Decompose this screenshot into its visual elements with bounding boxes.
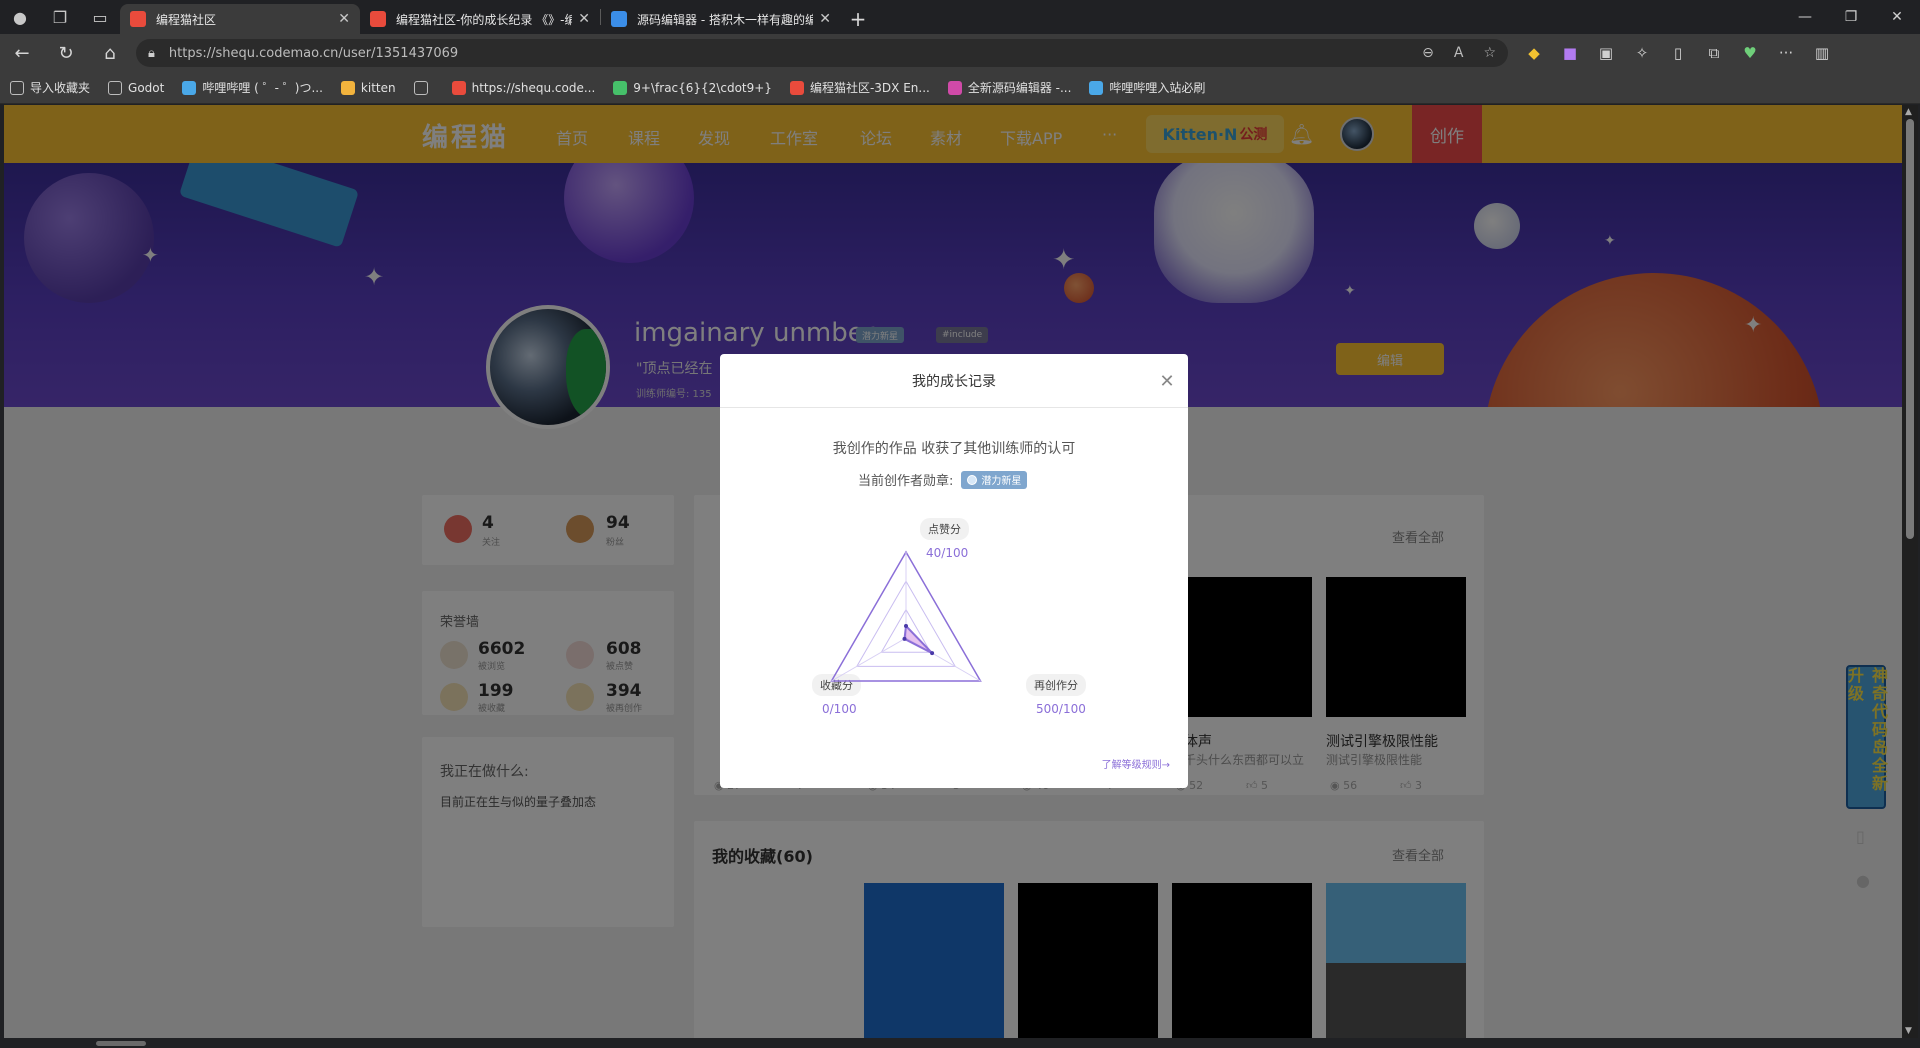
bookmark-item[interactable]: 导入收藏夹 (10, 79, 90, 96)
browser-tab-2[interactable]: 编程猫社区-你的成长纪录 《》-编 ✕ (360, 4, 600, 34)
modal-intro: 我创作的作品 收获了其他训练师的认可 (832, 441, 1076, 457)
axis-remix-label: 再创作分 (1026, 674, 1086, 696)
radar-value-point (902, 636, 907, 641)
close-window-icon[interactable]: ✕ (1874, 0, 1920, 34)
page-viewport: 编程猫 首页 课程 发现 工作室 论坛 素材 下载APP ··· Kitten·… (4, 105, 1902, 1038)
vertical-tabs-icon[interactable]: ▭ (80, 0, 120, 34)
editor-icon (947, 80, 962, 95)
url-text[interactable]: https://shequ.codemao.cn/user/1351437069 (169, 46, 1402, 61)
home-icon[interactable]: ⌂ (88, 34, 132, 72)
page-icon (108, 80, 123, 95)
scroll-up-icon[interactable]: ▲ (1905, 107, 1912, 117)
import-icon (10, 80, 24, 95)
horizontal-scrollbar[interactable] (0, 1038, 1920, 1048)
new-tab-button[interactable]: + (841, 4, 875, 34)
radar-axis-line (905, 637, 981, 682)
radar-grid-ring (880, 608, 932, 653)
wolfram-icon (613, 80, 628, 95)
kitten-icon (340, 80, 355, 95)
creator-badge[interactable]: 潜力新星 (961, 470, 1028, 489)
browser-tab-bar: ● ❐ ▭ 编程猫社区 ✕ 编程猫社区-你的成长纪录 《》-编 ✕ 源码编辑器 … (0, 0, 1920, 34)
page-icon (413, 80, 428, 95)
axis-collect-score: 0/100 (822, 702, 857, 716)
extensions-puzzle-icon[interactable]: ✧ (1624, 34, 1660, 72)
axis-like-label: 点赞分 (920, 518, 969, 540)
sidebar-toggle-icon[interactable]: ▥ (1804, 34, 1840, 72)
scrollbar-thumb[interactable] (1906, 119, 1914, 539)
codemao-favicon-icon (370, 11, 386, 27)
refresh-icon[interactable]: ↻ (44, 34, 88, 72)
zoom-icon[interactable]: ⊖ (1422, 45, 1434, 61)
badge-icon (967, 474, 978, 485)
browser-tab-1[interactable]: 编程猫社区 ✕ (120, 4, 360, 34)
radar-value-polygon (903, 623, 933, 654)
codemao-favicon-icon (130, 11, 146, 27)
axis-like-score: 40/100 (926, 546, 969, 560)
growth-radar-chart (830, 550, 982, 682)
bookmark-item[interactable]: 编程猫社区-3DX En... (789, 79, 930, 96)
back-icon[interactable]: ← (0, 34, 44, 72)
close-tab-icon[interactable]: ✕ (819, 11, 831, 27)
codemao-icon (451, 80, 466, 95)
creator-badge-row: 当前创作者勋章: 潜力新星 (858, 470, 1028, 489)
close-tab-icon[interactable]: ✕ (338, 11, 350, 27)
bookmark-item[interactable] (413, 80, 434, 95)
read-aloud-icon[interactable]: A (1454, 45, 1464, 61)
bilibili-icon (1089, 80, 1104, 95)
bookmark-item[interactable]: 9+\frac{6}{2\cdot9+} (613, 80, 772, 95)
creator-badge-label: 当前创作者勋章: (858, 474, 954, 489)
scroll-down-icon[interactable]: ▼ (1905, 1026, 1912, 1036)
extension-icon[interactable]: ■ (1552, 34, 1588, 72)
editor-favicon-icon (611, 11, 627, 27)
growth-record-modal: 我的成长记录 ✕ 我创作的作品 收获了其他训练师的认可 当前创作者勋章: 潜力新… (720, 354, 1188, 788)
radar-grid-ring (855, 580, 957, 667)
bookmark-item[interactable]: 哔哩哔哩 ( ゜- ゜)つ... (182, 79, 323, 96)
tab-title: 源码编辑器 - 搭积木一样有趣的编 (637, 12, 814, 27)
performance-icon[interactable]: ♥ (1732, 34, 1768, 72)
address-toolbar: ← ↻ ⌂ 🔒︎ https://shequ.codemao.cn/user/1… (0, 34, 1920, 72)
horizontal-scrollbar-thumb[interactable] (96, 1041, 146, 1046)
axis-collect-label: 收藏分 (812, 674, 861, 696)
workspaces-icon[interactable]: ❐ (40, 0, 80, 34)
bookmarks-bar: 导入收藏夹 Godot 哔哩哔哩 ( ゜- ゜)つ... kitten http… (0, 72, 1920, 104)
browser-tab-3[interactable]: 源码编辑器 - 搭积木一样有趣的编 ✕ (601, 4, 841, 34)
tab-title: 编程猫社区 (156, 12, 217, 27)
collections-icon[interactable]: ⧉ (1696, 34, 1732, 72)
level-rules-link[interactable]: 了解等级规则→ (1102, 756, 1170, 771)
radar-value-point (930, 651, 935, 656)
restore-icon[interactable]: ❐ (1828, 0, 1874, 34)
codemao-icon (789, 80, 804, 95)
radar-value-point (904, 624, 908, 628)
more-menu-icon[interactable]: ··· (1768, 34, 1804, 72)
close-icon[interactable]: ✕ (1156, 370, 1178, 392)
bookmark-item[interactable]: Godot (108, 80, 164, 95)
bookmark-item[interactable]: 哔哩哔哩入站必刷 (1089, 79, 1205, 96)
bilibili-icon (182, 80, 197, 95)
favorite-star-icon[interactable]: ☆ (1483, 45, 1496, 61)
axis-remix-score: 500/100 (1036, 702, 1086, 716)
bookmark-item[interactable]: kitten (340, 80, 396, 95)
split-screen-icon[interactable]: ▯ (1660, 34, 1696, 72)
extension-icon[interactable]: ◆ (1516, 34, 1552, 72)
vertical-scrollbar[interactable]: ▲ ▼ (1902, 105, 1918, 1038)
extension-icon[interactable]: ▣ (1588, 34, 1624, 72)
window-controls: — ❐ ✕ (1782, 0, 1920, 34)
tab-title: 编程猫社区-你的成长纪录 《》-编 (396, 12, 573, 27)
modal-title: 我的成长记录 (912, 373, 996, 390)
lock-icon[interactable]: 🔒︎ (148, 46, 155, 61)
bookmark-item[interactable]: https://shequ.code... (451, 80, 595, 95)
modal-header: 我的成长记录 (720, 354, 1188, 408)
address-bar[interactable]: 🔒︎ https://shequ.codemao.cn/user/1351437… (136, 39, 1508, 67)
minimize-icon[interactable]: — (1782, 0, 1828, 34)
close-tab-icon[interactable]: ✕ (578, 11, 590, 27)
bookmark-item[interactable]: 全新源码编辑器 -... (947, 79, 1071, 96)
profile-icon[interactable]: ● (0, 0, 40, 34)
radar-grid-ring (830, 550, 982, 682)
